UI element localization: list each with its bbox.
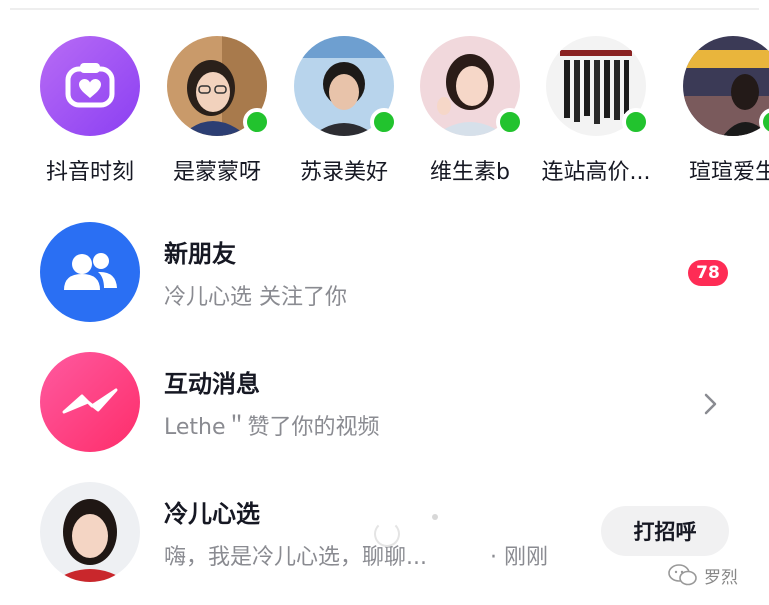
story-name: 苏录美好 bbox=[299, 160, 388, 185]
people-icon bbox=[64, 253, 117, 290]
bolt-message-icon bbox=[62, 388, 118, 414]
user-photo bbox=[683, 36, 769, 136]
camera-heart-icon bbox=[65, 63, 115, 108]
moments-avatar bbox=[40, 36, 140, 136]
story-douyin-moments[interactable]: 抖音时刻 bbox=[40, 36, 166, 186]
loading-spinner-icon bbox=[374, 521, 400, 547]
timestamp: · 刚刚 bbox=[490, 545, 548, 570]
watermark: 罗烈 bbox=[668, 560, 738, 590]
story-user[interactable]: 连站高价... bbox=[542, 36, 672, 186]
new-friends-avatar bbox=[40, 222, 140, 322]
online-indicator bbox=[370, 108, 398, 136]
row-title: 互动消息 bbox=[164, 370, 260, 398]
story-name: 是蒙蒙呀 bbox=[172, 160, 261, 185]
row-title: 新朋友 bbox=[164, 240, 236, 268]
top-divider bbox=[10, 8, 759, 10]
story-user[interactable]: 苏录美好 bbox=[294, 36, 420, 186]
wechat-icon bbox=[668, 564, 697, 586]
stories-row: 抖音时刻 是蒙蒙呀 苏录美好 维生素b 连站高价... 瑄瑄爱生 bbox=[0, 36, 769, 186]
story-name: 连站高价... bbox=[541, 160, 651, 185]
watermark-text: 罗烈 bbox=[704, 567, 738, 588]
story-user[interactable]: 是蒙蒙呀 bbox=[167, 36, 293, 186]
online-indicator bbox=[243, 108, 271, 136]
online-indicator bbox=[622, 108, 650, 136]
say-hi-button[interactable]: 打招呼 bbox=[601, 506, 729, 556]
story-user[interactable]: 维生素b bbox=[420, 36, 546, 186]
story-name: 维生素b bbox=[430, 160, 510, 185]
interaction-avatar bbox=[40, 352, 140, 452]
new-friends-row[interactable]: 新朋友 冷儿心选 关注了你 78 bbox=[0, 222, 769, 332]
avatar bbox=[683, 36, 769, 136]
story-name: 抖音时刻 bbox=[45, 160, 134, 185]
user-photo bbox=[40, 482, 140, 582]
chevron-right-icon bbox=[704, 393, 717, 415]
row-subtitle: 冷儿心选 关注了你 bbox=[164, 285, 347, 310]
row-subtitle: Lethe＂赞了你的视频 bbox=[164, 415, 380, 440]
interaction-messages-row[interactable]: 互动消息 Lethe＂赞了你的视频 bbox=[0, 352, 769, 462]
unread-count-badge: 78 bbox=[688, 260, 728, 286]
online-indicator bbox=[496, 108, 524, 136]
dot-indicator bbox=[432, 514, 438, 520]
story-user[interactable]: 瑄瑄爱生 bbox=[683, 36, 769, 186]
avatar bbox=[40, 482, 140, 582]
story-name: 瑄瑄爱生 bbox=[688, 160, 769, 185]
row-title: 冷儿心选 bbox=[164, 500, 260, 528]
